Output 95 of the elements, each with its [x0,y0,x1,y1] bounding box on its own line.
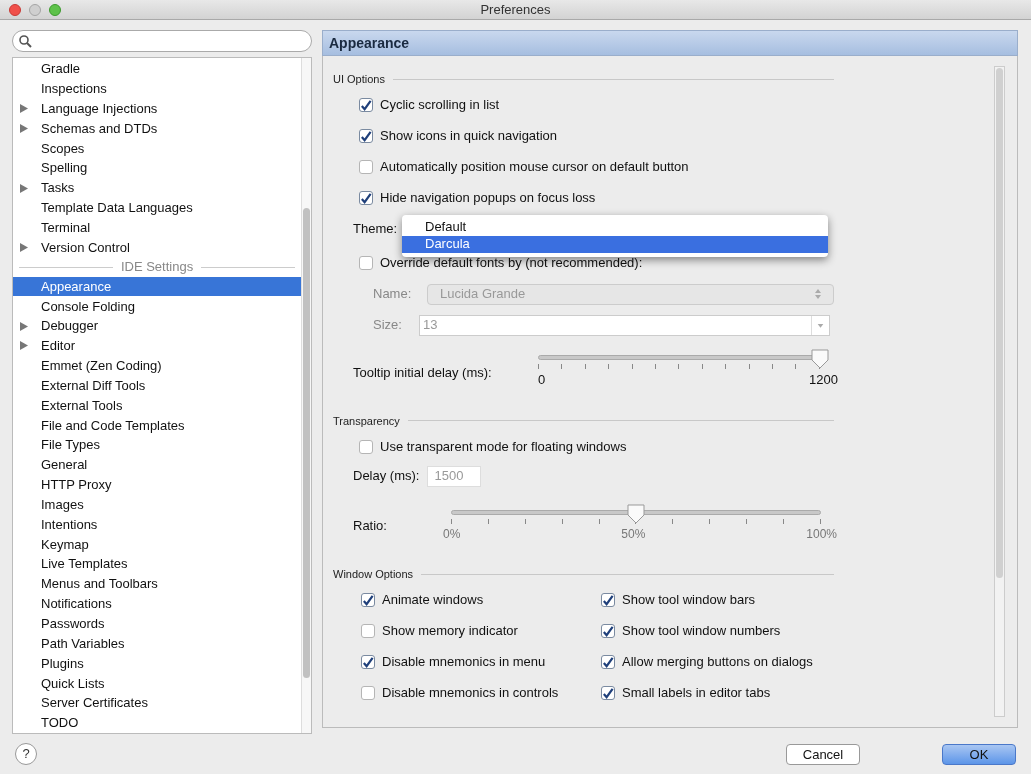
group-header: IDE Settings [120,258,194,277]
checkbox-label: Show icons in quick navigation [380,127,558,146]
sidebar-item[interactable]: Editor [13,336,301,356]
slider-tick-label: 0% [443,526,461,544]
sidebar-item[interactable]: Quick Lists [13,673,301,694]
menu-item[interactable]: Default [402,218,828,236]
checkbox[interactable] [359,439,373,454]
sidebar-item[interactable]: HTTP Proxy [13,474,301,495]
cancel-button[interactable]: Cancel [786,743,860,765]
slider-thumb[interactable] [627,504,645,525]
sidebar-item[interactable]: Images [13,494,301,515]
checkbox[interactable] [359,98,373,113]
sidebar-item[interactable]: Gradle [13,59,301,79]
font-name-label: Name: [373,285,413,304]
sidebar-item[interactable]: Menus and Toolbars [13,574,301,594]
checkbox[interactable] [359,129,373,144]
sidebar-item[interactable]: File Types [13,435,301,456]
font-size-label: Size: [373,316,403,335]
sidebar-item[interactable]: External Diff Tools [13,375,301,396]
checkbox[interactable] [601,593,615,608]
sidebar-item[interactable]: Server Certificates [13,693,301,714]
sidebar-item[interactable]: Inspections [13,78,301,99]
menu-item[interactable]: Darcula [402,235,828,253]
close-button[interactable] [9,3,21,16]
checkbox[interactable] [359,191,373,206]
expand-arrow-icon[interactable] [20,183,28,193]
checkbox-label: Show memory indicator [382,622,518,641]
delay-label: Delay (ms): [353,467,420,486]
sidebar-item[interactable]: Intentions [13,514,301,535]
checkbox[interactable] [361,624,375,639]
sidebar-item[interactable]: Plugins [13,653,301,674]
panel-header: Appearance [322,30,1018,57]
sidebar-item[interactable]: Terminal [13,217,301,238]
sidebar-item[interactable]: Template Data Languages [13,197,301,218]
checkbox[interactable] [601,686,615,701]
sidebar-item[interactable]: Language Injections [13,98,301,119]
checkbox-label: Automatically position mouse cursor on default button [380,158,689,177]
sidebar-item[interactable]: Appearance [13,276,301,297]
tooltip-delay-label: Tooltip initial delay (ms): [353,363,493,382]
checkbox-label: Show tool window numbers [622,622,781,641]
sidebar-item[interactable]: General [13,455,301,475]
checkbox[interactable] [359,160,373,175]
slider-max-label: 1200 [809,370,838,389]
sidebar-item[interactable]: Console Folding [13,296,301,317]
slider-min-label: 0 [538,370,546,389]
checkbox-label: Cyclic scrolling in list [380,96,500,115]
slider-tick-label: 100% [806,526,837,544]
checkbox[interactable] [601,655,615,670]
theme-dropdown-menu[interactable]: Default Darcula [402,214,828,257]
sidebar-item[interactable]: Version Control [13,237,301,258]
sidebar-item[interactable]: Emmet (Zen Coding) [13,355,301,376]
sidebar-item[interactable]: TODO [13,713,301,733]
checkbox-label: Show tool window bars [622,591,755,610]
checkbox-label: Hide navigation popups on focus loss [380,189,596,208]
sidebar-item[interactable]: Schemas and DTDs [13,118,301,139]
zoom-button[interactable] [49,3,61,16]
slider-thumb[interactable] [811,348,829,369]
checkbox[interactable] [361,593,375,608]
checkbox-label: Allow merging buttons on dialogs [622,653,813,672]
sidebar-item[interactable]: Spelling [13,158,301,179]
checkbox-label: Disable mnemonics in menu [382,653,546,672]
checkbox[interactable] [361,686,375,701]
section-heading: UI Options [333,72,385,88]
expand-arrow-icon[interactable] [20,124,28,133]
checkbox[interactable] [359,256,373,271]
checkbox-label: Animate windows [382,591,484,610]
checkbox[interactable] [361,655,375,670]
checkbox-label: Small labels in editor tabs [622,684,771,703]
sidebar-item[interactable]: Debugger [13,316,301,337]
sidebar-item[interactable]: Notifications [13,594,301,614]
sidebar-item[interactable]: File and Code Templates [13,415,301,436]
theme-label: Theme: [353,219,398,238]
sidebar-item[interactable]: External Tools [13,395,301,416]
checkbox-label: Use transparent mode for floating windows [380,437,627,456]
sidebar-item[interactable]: Live Templates [13,554,301,575]
window-title: Preferences [480,0,551,19]
section-heading: Transparency [333,413,400,429]
help-button[interactable]: ? [15,743,37,766]
slider-tick-label: 50% [621,526,646,544]
search-icon [19,34,32,48]
stepper-icon [815,289,821,300]
sidebar-item[interactable]: Keymap [13,534,301,555]
search-field[interactable] [12,30,312,53]
checkbox[interactable] [601,624,615,639]
scrollbar[interactable] [994,66,1005,718]
checkbox-label: Override default fonts by (not recommended): [380,254,643,273]
scrollbar[interactable] [301,58,311,734]
checkbox-label: Disable mnemonics in controls [382,684,559,703]
section-heading: Window Options [333,567,414,583]
sidebar-item[interactable]: Scopes [13,138,301,159]
sidebar-item[interactable]: Path Variables [13,633,301,654]
sidebar-item[interactable]: Tasks [13,178,301,198]
expand-arrow-icon[interactable] [20,243,28,253]
ok-button[interactable]: OK [942,743,1016,765]
sidebar-item[interactable]: Passwords [13,613,301,634]
